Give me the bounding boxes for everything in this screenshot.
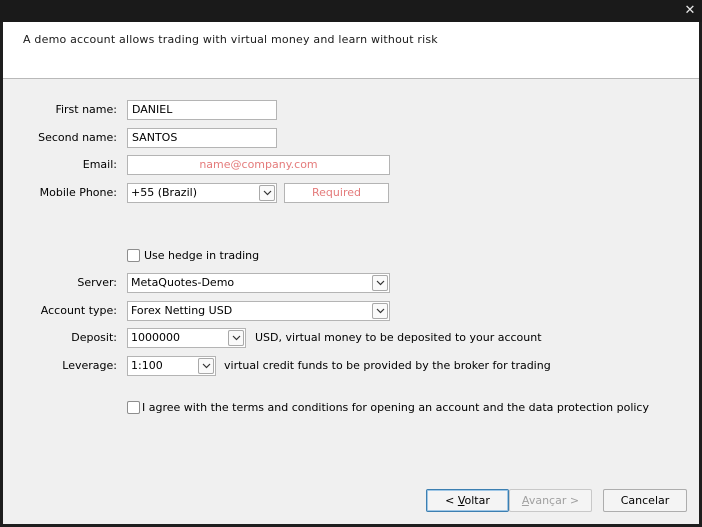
second-name-field[interactable]: SANTOS [127, 128, 277, 148]
next-rest: vançar > [528, 494, 580, 507]
account-type-value: Forex Netting USD [131, 304, 233, 317]
leverage-hint: virtual credit funds to be provided by t… [224, 359, 551, 372]
server-value: MetaQuotes-Demo [131, 276, 235, 289]
header-description: A demo account allows trading with virtu… [23, 33, 438, 46]
chevron-down-icon[interactable] [372, 275, 388, 291]
next-button[interactable]: Avançar > [509, 489, 592, 512]
phone-country-value: +55 (Brazil) [131, 186, 197, 199]
server-label: Server: [77, 276, 117, 289]
chevron-down-icon[interactable] [228, 330, 244, 346]
close-icon[interactable]: ✕ [682, 3, 698, 19]
leverage-label: Leverage: [62, 359, 117, 372]
next-accel: A [521, 494, 529, 507]
back-prefix: < [445, 494, 458, 507]
dialog-body: A demo account allows trading with virtu… [3, 22, 699, 524]
leverage-value: 1:100 [131, 359, 163, 372]
dialog-header: A demo account allows trading with virtu… [3, 22, 699, 79]
first-name-field[interactable]: DANIEL [127, 100, 277, 120]
cancel-button[interactable]: Cancelar [603, 489, 687, 512]
chevron-down-icon[interactable] [372, 303, 388, 319]
email-field[interactable]: name@company.com [127, 155, 390, 175]
back-accel: V [457, 494, 465, 507]
account-type-select[interactable]: Forex Netting USD [127, 301, 390, 321]
back-rest: oltar [464, 494, 490, 507]
deposit-label: Deposit: [71, 331, 117, 344]
mobile-phone-label: Mobile Phone: [39, 186, 117, 199]
second-name-label: Second name: [38, 131, 117, 144]
phone-number-field[interactable]: Required [284, 183, 389, 203]
deposit-select[interactable]: 1000000 [127, 328, 246, 348]
chevron-down-icon[interactable] [198, 358, 214, 374]
chevron-down-icon[interactable] [259, 185, 275, 201]
server-select[interactable]: MetaQuotes-Demo [127, 273, 390, 293]
email-label: Email: [82, 158, 117, 171]
back-button[interactable]: < Voltar [426, 489, 509, 512]
deposit-hint: USD, virtual money to be deposited to yo… [255, 331, 542, 344]
hedge-label: Use hedge in trading [144, 249, 260, 262]
hedge-checkbox[interactable] [127, 249, 140, 262]
deposit-value: 1000000 [131, 331, 180, 344]
account-type-label: Account type: [40, 304, 117, 317]
agree-checkbox[interactable] [127, 401, 140, 414]
title-bar: ✕ [0, 0, 702, 22]
first-name-label: First name: [55, 103, 117, 116]
leverage-select[interactable]: 1:100 [127, 356, 216, 376]
agree-label: I agree with the terms and conditions fo… [142, 401, 649, 414]
phone-country-select[interactable]: +55 (Brazil) [127, 183, 277, 203]
